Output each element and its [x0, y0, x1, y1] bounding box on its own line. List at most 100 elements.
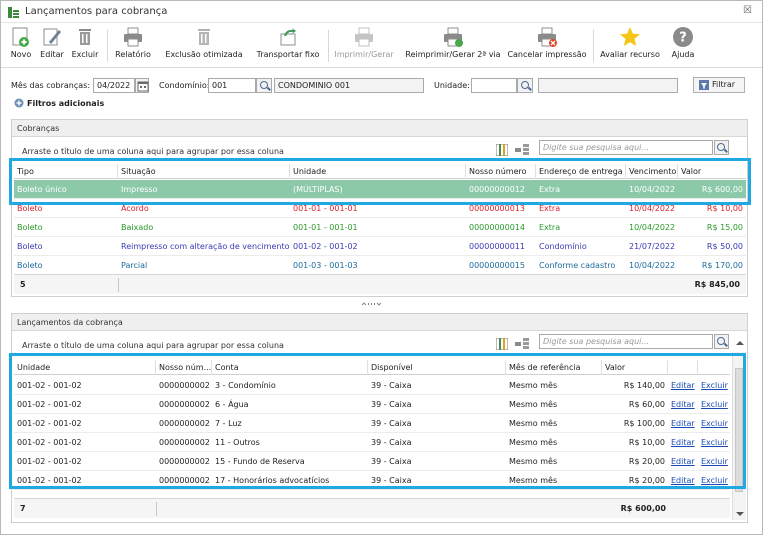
cell-valor: R$ 600,00: [701, 185, 743, 194]
imprimir-gerar-button[interactable]: Imprimir/Gerar: [332, 26, 396, 66]
calendar-button[interactable]: [135, 78, 149, 93]
editar-link[interactable]: Editar: [671, 381, 695, 390]
cell-unidade: 001-01 - 001-01: [293, 204, 358, 213]
cell-conta: 15 - Fundo de Reserva: [215, 457, 305, 466]
group-panel-icon[interactable]: [515, 144, 529, 156]
transportar-fixo-button[interactable]: Transportar fixo: [253, 26, 323, 66]
col-valor[interactable]: Valor: [678, 164, 746, 179]
column-chooser-icon[interactable]: [496, 338, 508, 350]
condominio-search-button[interactable]: [256, 78, 272, 93]
ajuda-button[interactable]: ? Ajuda: [667, 26, 699, 66]
footer-divider: [156, 502, 157, 516]
editar-link[interactable]: Editar: [671, 438, 695, 447]
unidade-input[interactable]: [471, 78, 517, 93]
table-row[interactable]: Boleto único Impresso (MÚLTIPLAS) 000000000…: [14, 180, 746, 199]
filtrar-button[interactable]: Filtrar: [693, 77, 745, 93]
excluir-link[interactable]: Excluir: [701, 419, 728, 428]
imprimir-gerar-label: Imprimir/Gerar: [334, 50, 394, 59]
column-chooser-icon[interactable]: [496, 144, 508, 156]
close-icon[interactable]: ☒: [743, 5, 752, 16]
excluir-link[interactable]: Excluir: [701, 438, 728, 447]
excluir-link[interactable]: Excluir: [701, 400, 728, 409]
condominio-name-field: CONDOMINIO 001: [274, 78, 424, 93]
cell-nosso: 0000000002: [159, 400, 210, 409]
col-nosso-numero[interactable]: Nosso número: [466, 164, 536, 179]
group-hint: Arraste o título de uma coluna aqui para…: [22, 147, 284, 156]
reimprimir-button[interactable]: Reimprimir/Gerar 2ª via: [401, 26, 505, 66]
cell-valor: R$ 20,00: [628, 476, 665, 485]
relatorio-button[interactable]: Relatório: [111, 26, 155, 66]
exclusao-otimizada-button[interactable]: Exclusão otimizada: [159, 26, 249, 66]
scroll-down-icon[interactable]: [735, 511, 745, 517]
avaliar-recurso-button[interactable]: Avaliar recurso: [597, 26, 663, 66]
lancamentos-search-input[interactable]: Digite sua pesquisa aqui...: [539, 334, 713, 349]
cell-tipo: Boleto: [17, 261, 43, 270]
unidade-search-button[interactable]: [517, 78, 533, 93]
col-endereco[interactable]: Endereço de entrega: [536, 164, 626, 179]
cobrancas-search-button[interactable]: [714, 140, 729, 155]
excluir-label: Excluir: [71, 50, 99, 59]
cancelar-impressao-button[interactable]: Cancelar impressão: [507, 26, 587, 66]
table-row[interactable]: Boleto Acordo 001-01 - 001-01 00000000013 Ex…: [14, 199, 746, 218]
splitter-handle[interactable]: [361, 301, 383, 309]
group-panel-icon[interactable]: [515, 338, 529, 350]
cobrancas-grid: Tipo Situação Unidade Nosso número Ender…: [14, 164, 746, 275]
cell-tipo: Boleto: [17, 204, 43, 213]
col-situacao[interactable]: Situação: [118, 164, 290, 179]
filtros-adicionais-toggle[interactable]: Filtros adicionais: [27, 99, 104, 108]
scroll-up-icon[interactable]: [735, 340, 745, 346]
cell-unidade: 001-02 - 001-02: [17, 381, 82, 390]
novo-button[interactable]: Novo: [7, 26, 35, 66]
col-tipo[interactable]: Tipo: [14, 164, 118, 179]
lancamentos-grid: Unidade Nosso núm... Conta Disponível Mê…: [14, 360, 730, 490]
cobrancas-panel: Cobranças Arraste o título de uma coluna…: [11, 119, 748, 297]
avaliar-recurso-label: Avaliar recurso: [600, 50, 660, 59]
lancamentos-scrollbar[interactable]: [732, 341, 746, 520]
condominio-code-input[interactable]: 001: [208, 78, 256, 93]
table-row[interactable]: 001-02 - 001-02 0000000002 6 - Água 39 - Ca…: [14, 395, 730, 414]
editar-link[interactable]: Editar: [671, 419, 695, 428]
ajuda-label: Ajuda: [671, 50, 695, 59]
cell-endereco: Conforme cadastro: [539, 261, 616, 270]
excluir-button[interactable]: Excluir: [69, 26, 101, 66]
cell-situacao: Reimpresso com alteração de vencimento: [121, 242, 290, 251]
table-row[interactable]: 001-02 - 001-02 0000000002 3 - Condomínio 3…: [14, 376, 730, 395]
table-row[interactable]: Boleto Parcial 001-03 - 001-03 00000000015 C…: [14, 256, 746, 275]
table-row[interactable]: Boleto Reimpresso com alteração de vencim…: [14, 237, 746, 256]
editar-link[interactable]: Editar: [671, 476, 695, 485]
table-row[interactable]: Boleto Baixado 001-01 - 001-01 00000000014 E…: [14, 218, 746, 237]
cell-mes: Mesmo mês: [509, 400, 558, 409]
col-vencimento[interactable]: Vencimento: [626, 164, 678, 179]
mes-input[interactable]: 04/2022: [93, 78, 135, 93]
col-unidade[interactable]: Unidade: [290, 164, 466, 179]
printer-icon: [355, 27, 373, 47]
table-row[interactable]: 001-02 - 001-02 0000000002 11 - Outros 39 -…: [14, 433, 730, 452]
editar-button[interactable]: Editar: [37, 26, 67, 66]
cobrancas-search-input[interactable]: Digite sua pesquisa aqui...: [539, 140, 713, 155]
col-conta[interactable]: Conta: [212, 360, 368, 375]
col-nosso-numero[interactable]: Nosso núm...: [156, 360, 212, 375]
col-unidade[interactable]: Unidade: [14, 360, 156, 375]
scroll-thumb[interactable]: [735, 368, 743, 492]
plus-circle-icon[interactable]: [14, 98, 24, 108]
cell-conta: 11 - Outros: [215, 438, 260, 447]
editar-link[interactable]: Editar: [671, 400, 695, 409]
lancamentos-search-button[interactable]: [714, 334, 729, 349]
cobrancas-grid-header: Tipo Situação Unidade Nosso número Ender…: [14, 164, 746, 179]
cell-situacao: Impresso: [121, 185, 158, 194]
table-row[interactable]: 001-02 - 001-02 0000000002 7 - Luz 39 - Cai…: [14, 414, 730, 433]
cell-disponivel: 39 - Caixa: [371, 419, 412, 428]
excluir-link[interactable]: Excluir: [701, 476, 728, 485]
cell-unidade: 001-02 - 001-02: [293, 242, 358, 251]
cell-unidade: 001-03 - 001-03: [293, 261, 358, 270]
table-row[interactable]: 001-02 - 001-02 0000000002 17 - Honorários…: [14, 471, 730, 490]
editar-link[interactable]: Editar: [671, 457, 695, 466]
col-disponivel[interactable]: Disponível: [368, 360, 506, 375]
cell-unidade: 001-01 - 001-01: [293, 223, 358, 232]
excluir-link[interactable]: Excluir: [701, 457, 728, 466]
col-valor[interactable]: Valor: [602, 360, 668, 375]
filter-bar: Mês das cobranças: 04/2022 Condomínio: 0…: [1, 71, 762, 109]
excluir-link[interactable]: Excluir: [701, 381, 728, 390]
col-mes-referencia[interactable]: Mês de referência: [506, 360, 602, 375]
table-row[interactable]: 001-02 - 001-02 0000000002 15 - Fundo de R…: [14, 452, 730, 471]
